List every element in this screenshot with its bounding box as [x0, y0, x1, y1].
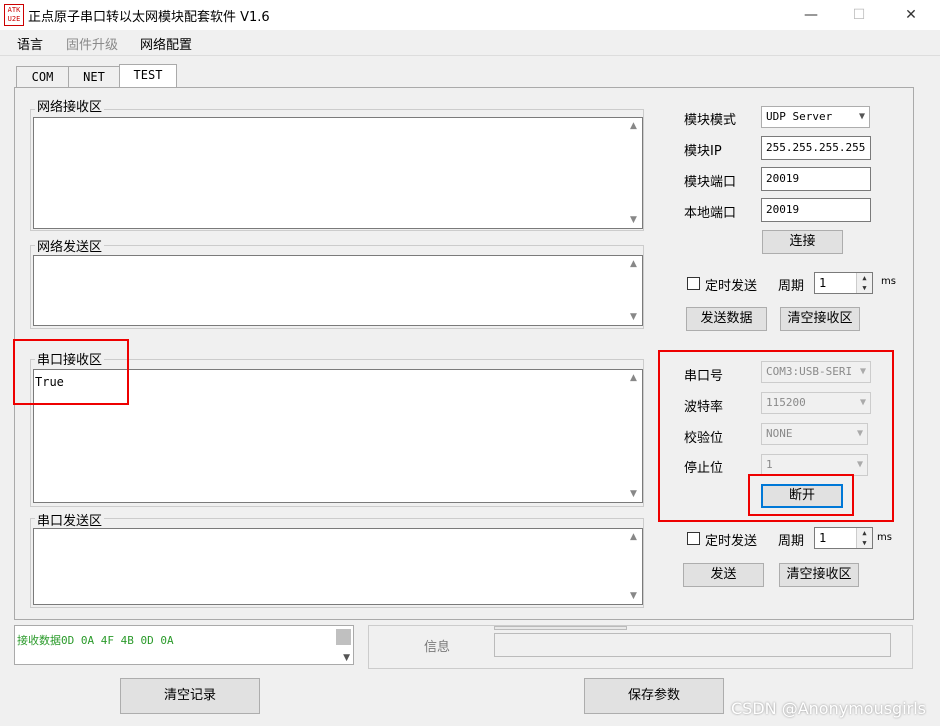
send-data-button[interactable]: 发送数据 [686, 307, 767, 331]
minimize-button[interactable]: — [788, 0, 834, 30]
net-recv-label: 网络接收区 [35, 96, 105, 115]
highlight-serial-recv [13, 339, 129, 405]
scroll-up-icon[interactable]: ▲ [625, 256, 642, 272]
net-period-stepper[interactable]: 1 ▲ ▼ [814, 272, 873, 294]
serial-period-stepper[interactable]: 1 ▲ ▼ [814, 527, 873, 549]
menu-network-config[interactable]: 网络配置 [140, 34, 192, 53]
save-params-button[interactable]: 保存参数 [584, 678, 724, 714]
module-port-input[interactable]: 20019 [761, 167, 871, 191]
connect-button[interactable]: 连接 [762, 230, 843, 254]
serial-recv-scrollbar[interactable]: ▲ ▼ [625, 370, 642, 502]
net-send-scrollbar[interactable]: ▲ ▼ [625, 256, 642, 325]
net-ms-label: ms [881, 276, 896, 287]
local-port-input[interactable]: 20019 [761, 198, 871, 222]
serial-send-scrollbar[interactable]: ▲ ▼ [625, 529, 642, 604]
net-period-value: 1 [819, 276, 827, 290]
scroll-up-icon[interactable]: ▲ [625, 370, 642, 386]
status-log-text: 接收数据0D 0A 4F 4B 0D 0A [17, 634, 174, 647]
module-ip-label: 模块IP [684, 144, 722, 159]
watermark: CSDN @Anonymousgirls [731, 699, 926, 718]
tab-net[interactable]: NET [68, 66, 120, 88]
spin-up-icon[interactable]: ▲ [856, 273, 872, 283]
net-send-label: 网络发送区 [35, 236, 105, 255]
scroll-down-icon[interactable]: ▼ [625, 486, 642, 502]
scroll-down-icon[interactable]: ▼ [625, 588, 642, 604]
tab-com[interactable]: COM [16, 66, 69, 88]
close-button[interactable]: ✕ [888, 0, 934, 30]
window-title: 正点原子串口转以太网模块配套软件 V1.6 [28, 10, 270, 25]
scroll-up-icon[interactable]: ▲ [625, 529, 642, 545]
net-period-label: 周期 [778, 279, 805, 294]
chevron-down-icon: ▼ [858, 111, 865, 122]
net-timer-send-checkbox[interactable] [687, 277, 700, 290]
spin-down-icon[interactable]: ▼ [856, 283, 872, 293]
scroll-up-icon[interactable]: ▲ [625, 118, 642, 134]
menu-firmware-upgrade[interactable]: 固件升级 [66, 34, 118, 53]
local-port-label: 本地端口 [684, 206, 737, 221]
menu-language[interactable]: 语言 [17, 34, 43, 53]
spin-down-icon[interactable]: ▼ [856, 538, 872, 548]
net-recv-scrollbar[interactable]: ▲ ▼ [625, 118, 642, 228]
scroll-down-icon[interactable]: ▼ [343, 653, 350, 663]
net-send-textarea[interactable]: ▲ ▼ [33, 255, 643, 326]
module-mode-value: UDP Server [766, 110, 833, 123]
progress-bar [494, 626, 627, 630]
clear-log-button[interactable]: 清空记录 [120, 678, 260, 714]
serial-period-label: 周期 [778, 534, 805, 549]
info-field [494, 633, 891, 657]
serial-send-textarea[interactable]: ▲ ▼ [33, 528, 643, 605]
spin-up-icon[interactable]: ▲ [856, 528, 872, 538]
serial-timer-send-label: 定时发送 [705, 534, 758, 549]
scroll-down-icon[interactable]: ▼ [625, 309, 642, 325]
serial-send-label: 串口发送区 [35, 510, 105, 529]
net-clear-recv-button[interactable]: 清空接收区 [780, 307, 860, 331]
net-timer-send-label: 定时发送 [705, 279, 758, 294]
module-port-label: 模块端口 [684, 175, 737, 190]
serial-send-button[interactable]: 发送 [683, 563, 764, 587]
net-recv-textarea[interactable]: ▲ ▼ [33, 117, 643, 229]
serial-period-value: 1 [819, 531, 827, 545]
module-mode-label: 模块模式 [684, 113, 737, 128]
tab-test[interactable]: TEST [119, 64, 177, 89]
info-label: 信息 [424, 640, 451, 655]
log-scroll-thumb[interactable] [336, 629, 351, 645]
status-log[interactable]: 接收数据0D 0A 4F 4B 0D 0A ▼ [14, 625, 354, 665]
serial-clear-recv-button[interactable]: 清空接收区 [779, 563, 859, 587]
module-mode-select[interactable]: UDP Server ▼ [761, 106, 870, 128]
scroll-down-icon[interactable]: ▼ [625, 212, 642, 228]
app-logo-icon: ATK U2E [4, 4, 24, 26]
serial-ms-label: ms [877, 532, 892, 543]
module-ip-input[interactable]: 255.255.255.255 [761, 136, 871, 160]
maximize-button[interactable]: ☐ [836, 0, 882, 30]
serial-timer-send-checkbox[interactable] [687, 532, 700, 545]
highlight-disconnect [748, 474, 854, 516]
